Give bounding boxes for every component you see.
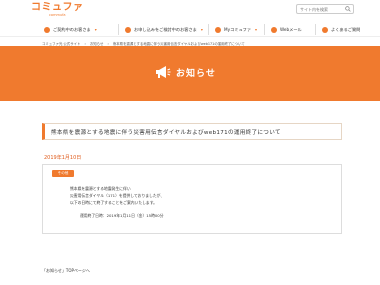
- person-icon: [44, 26, 50, 33]
- mail-icon: [271, 26, 277, 33]
- user-icon: [215, 26, 221, 33]
- site-header: コミュファ commufa: [0, 0, 380, 22]
- category-badge: その他: [52, 170, 74, 177]
- nav-item-label: お申し込みをご検討中のお客さま: [134, 26, 197, 32]
- nav-item-label: ご契約中のお客さま: [53, 26, 91, 32]
- nav-item-faq[interactable]: よくあるご質問: [315, 24, 360, 35]
- page-banner: お知らせ: [0, 46, 380, 101]
- nav-item-label: Myコミュファ: [224, 26, 252, 32]
- notice-line: 熊本県を震源とする地震発生に伴い: [70, 186, 131, 191]
- notice-body: その他 熊本県を震源とする地震発生に伴い 災害用伝言ダイヤル（171）を提供して…: [42, 164, 342, 234]
- megaphone-icon: [156, 66, 171, 78]
- logo-sub-text: commufa: [49, 13, 66, 17]
- chevron-down-icon: ▾: [94, 27, 97, 32]
- chevron-down-icon: ▾: [255, 27, 258, 32]
- news-top-link[interactable]: 「お知らせ」TOPページへ: [42, 268, 90, 273]
- chevron-down-icon: ▾: [200, 27, 203, 32]
- notice-line: 運用終了日時：2019年1月11日（金）15時00分: [80, 213, 164, 218]
- banner-content: お知らせ: [155, 65, 216, 79]
- global-nav: ご契約中のお客さま ▾ お申し込みをご検討中のお客さま ▾ Myコミュファ ▾ …: [0, 22, 380, 37]
- nav-item-label: よくあるご質問: [331, 26, 361, 32]
- news-top-link-wrap: 「お知らせ」TOPページへ: [42, 268, 90, 274]
- nav-item-my-commufa[interactable]: Myコミュファ ▾: [208, 24, 257, 35]
- nav-item-current-customers[interactable]: ご契約中のお客さま ▾: [38, 24, 97, 35]
- logo-main-text: コミュファ: [31, 2, 84, 13]
- search-input[interactable]: [297, 5, 343, 13]
- notice-date: 2019年1月10日: [44, 155, 82, 161]
- page-title: お知らせ: [176, 68, 216, 79]
- nav-item-label: Webメール: [280, 26, 302, 32]
- nav-item-webmail[interactable]: Webメール: [264, 24, 302, 35]
- notice-line: 以下の日時にて終了することをご案内いたします。: [70, 200, 157, 205]
- nav-item-prospective-customers[interactable]: お申し込みをご検討中のお客さま ▾: [118, 24, 203, 35]
- search-icon[interactable]: [345, 6, 351, 12]
- notice-line: 災害用伝言ダイヤル（171）を提供しておりましたが、: [70, 193, 165, 198]
- question-icon: [322, 26, 328, 33]
- logo[interactable]: コミュファ commufa: [31, 2, 84, 18]
- search-box: [296, 4, 354, 14]
- notice-title: 熊本県を震源とする地震に伴う災害用伝言ダイヤルおよびweb171の運用終了につい…: [51, 129, 281, 136]
- notice-heading: 熊本県を震源とする地震に伴う災害用伝言ダイヤルおよびweb171の運用終了につい…: [42, 123, 342, 140]
- document-icon: [125, 26, 131, 33]
